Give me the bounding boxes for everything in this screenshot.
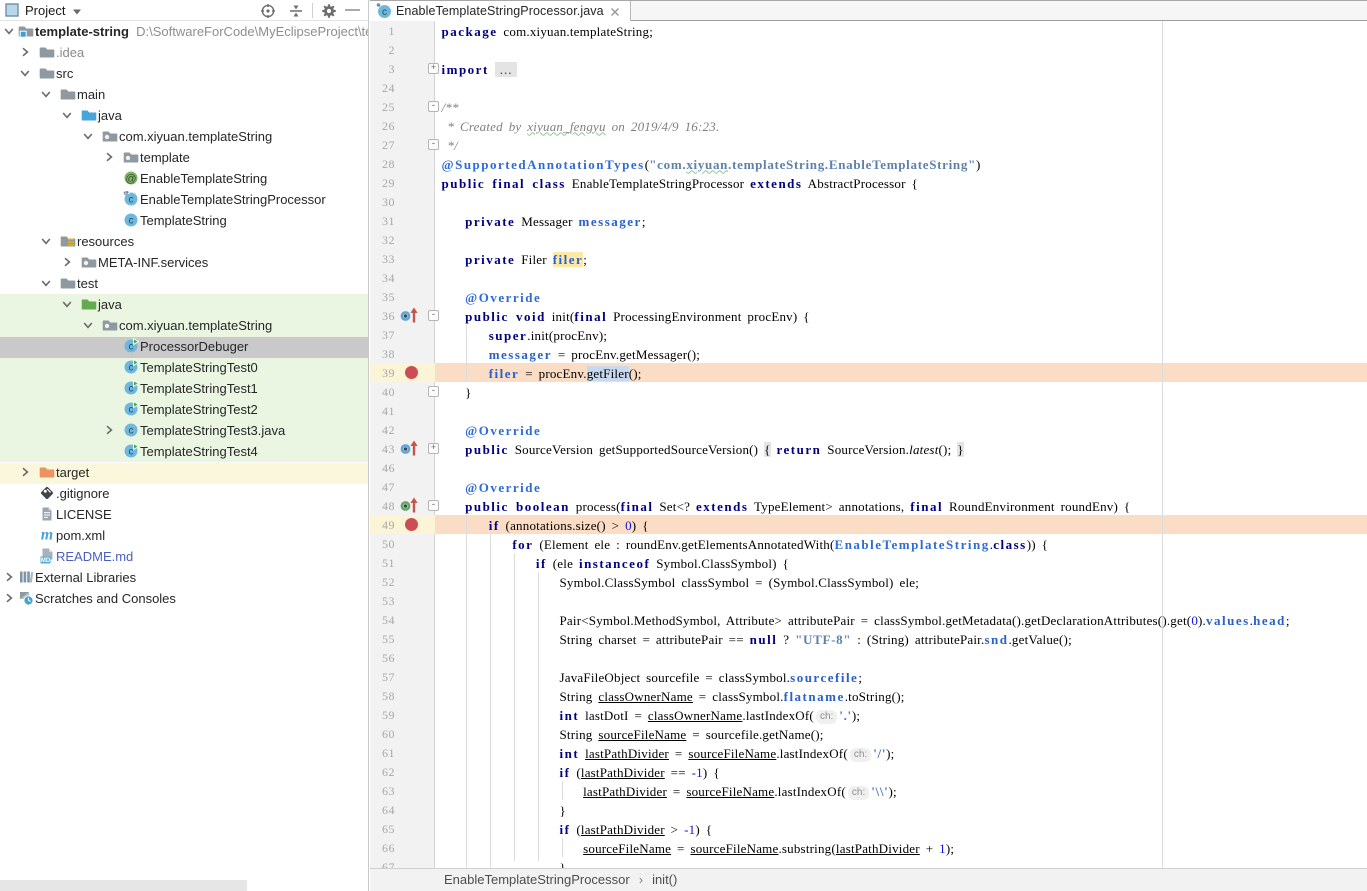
svg-text:c: c [129, 426, 134, 437]
svg-text:m: m [41, 527, 53, 543]
svg-text:c: c [129, 447, 134, 458]
svg-text:c: c [129, 216, 134, 227]
svg-text:@: @ [125, 173, 136, 185]
svg-text:MD: MD [41, 558, 51, 564]
svg-text:c: c [129, 342, 134, 353]
svg-text:c: c [129, 405, 134, 416]
svg-text:c: c [382, 7, 387, 18]
svg-text:c: c [129, 363, 134, 374]
svg-text:c: c [129, 384, 134, 395]
svg-text:c: c [129, 195, 134, 206]
